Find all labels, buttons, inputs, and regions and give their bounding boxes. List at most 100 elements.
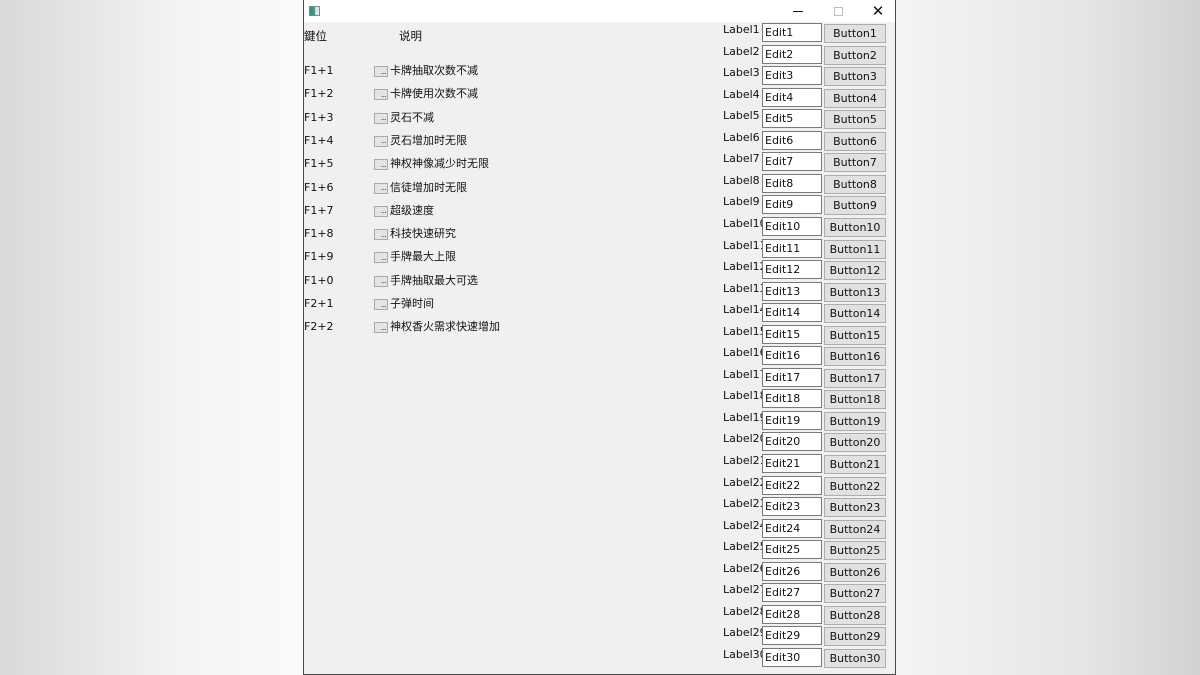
control-edit-field[interactable] [762,561,822,581]
hotkey-toggle-button[interactable]: ... [374,66,388,77]
control-edit-field[interactable] [762,130,822,150]
control-button[interactable]: Button26 [824,562,886,582]
control-edit-field[interactable] [762,173,822,193]
control-button[interactable]: Button29 [824,627,886,647]
control-label: Label30 [723,647,767,661]
control-button[interactable]: Button6 [824,131,886,151]
control-edit-field[interactable] [762,497,822,517]
control-edit-field[interactable] [762,260,822,280]
control-edit-field[interactable] [762,23,822,42]
control-edit-field[interactable] [762,346,822,366]
hotkey-toggle-button[interactable]: ... [374,159,388,171]
control-button[interactable]: Button1 [824,24,886,43]
control-label: Label13 [723,281,767,295]
hotkey-toggle-button[interactable]: ... [374,112,388,124]
control-edit-field[interactable] [762,281,822,301]
control-edit-field[interactable] [762,44,822,64]
hotkey-toggle-button[interactable]: ... [374,275,388,287]
control-button[interactable]: Button3 [824,67,886,87]
description-column-header: 说明 [399,29,422,43]
control-edit-field[interactable] [762,432,822,452]
control-edit-field[interactable] [762,324,822,344]
control-button[interactable]: Button13 [824,282,886,302]
maximize-button[interactable] [818,0,858,22]
control-edit-field[interactable] [762,367,822,387]
control-button[interactable]: Button14 [824,304,886,324]
control-label: Label10 [723,216,767,230]
control-label: Label15 [723,324,767,338]
control-button[interactable]: Button28 [824,605,886,625]
hotkey-description: 子弹时间 [390,297,434,310]
hotkey-description: 神权香火需求快速增加 [390,320,500,334]
control-edit-field[interactable] [762,626,822,646]
control-button[interactable]: Button12 [824,261,886,281]
control-button[interactable]: Button25 [824,541,886,561]
control-button[interactable]: Button7 [824,153,886,173]
minimize-button[interactable] [778,0,818,22]
control-edit-field[interactable] [762,410,822,430]
hotkey-description: 科技快速研究 [390,227,456,241]
control-button[interactable]: Button18 [824,390,886,410]
hotkey-toggle-button[interactable]: ... [374,205,388,217]
hotkey-key: F1+9 [304,250,334,264]
hotkey-toggle-button[interactable]: ... [374,229,388,241]
control-edit-field[interactable] [762,216,822,236]
control-edit-field[interactable] [762,303,822,323]
control-edit-field[interactable] [762,66,822,86]
control-label: Label26 [723,561,767,575]
control-button[interactable]: Button30 [824,648,886,668]
control-edit-field[interactable] [762,540,822,560]
hotkey-key: F2+2 [304,320,334,334]
control-edit-field[interactable] [762,518,822,538]
control-edit-field[interactable] [762,475,822,495]
control-edit-field[interactable] [762,583,822,603]
control-label: Label1 [723,23,760,36]
control-edit-field[interactable] [762,454,822,473]
title-bar[interactable]: ✕ [304,0,895,22]
control-button[interactable]: Button27 [824,584,886,604]
control-edit-field[interactable] [762,195,822,215]
control-button[interactable]: Button24 [824,519,886,539]
close-button[interactable]: ✕ [858,0,898,22]
control-button[interactable]: Button10 [824,217,886,237]
control-button[interactable]: Button8 [824,174,886,194]
hotkey-key: F1+8 [304,227,334,241]
control-button[interactable]: Button4 [824,88,886,108]
control-label: Label22 [723,475,767,489]
hotkey-toggle-button[interactable]: ... [374,252,388,264]
control-label: Label9 [723,195,760,209]
control-button[interactable]: Button17 [824,368,886,388]
hotkey-toggle-button[interactable]: ... [374,135,388,147]
control-button[interactable]: Button11 [824,239,886,259]
control-button[interactable]: Button23 [824,498,886,518]
control-label: Label3 [723,66,760,80]
key-column-header: 鍵位 [304,29,327,43]
hotkey-key: F1+7 [304,203,334,217]
control-edit-field[interactable] [762,238,822,258]
control-edit-field[interactable] [762,109,822,129]
control-label: Label16 [723,346,767,360]
control-edit-field[interactable] [762,87,822,107]
hotkey-toggle-button[interactable]: ... [374,182,388,194]
control-button[interactable]: Button5 [824,110,886,130]
control-button[interactable]: Button21 [824,455,886,474]
control-button[interactable]: Button16 [824,347,886,367]
control-button[interactable]: Button15 [824,325,886,345]
control-edit-field[interactable] [762,604,822,624]
control-label: Label29 [723,626,767,640]
control-label: Label21 [723,454,767,467]
hotkey-toggle-button[interactable]: ... [374,89,388,101]
hotkey-toggle-button[interactable]: ... [374,299,388,310]
control-edit-field[interactable] [762,389,822,409]
control-button[interactable]: Button20 [824,433,886,453]
close-icon: ✕ [871,1,885,20]
control-label: Label7 [723,152,760,166]
hotkey-toggle-button[interactable]: ... [374,322,388,334]
control-button[interactable]: Button2 [824,45,886,65]
control-button[interactable]: Button19 [824,411,886,431]
control-button[interactable]: Button22 [824,476,886,496]
control-label: Label2 [723,44,760,58]
control-button[interactable]: Button9 [824,196,886,216]
control-edit-field[interactable] [762,647,822,667]
control-edit-field[interactable] [762,152,822,172]
